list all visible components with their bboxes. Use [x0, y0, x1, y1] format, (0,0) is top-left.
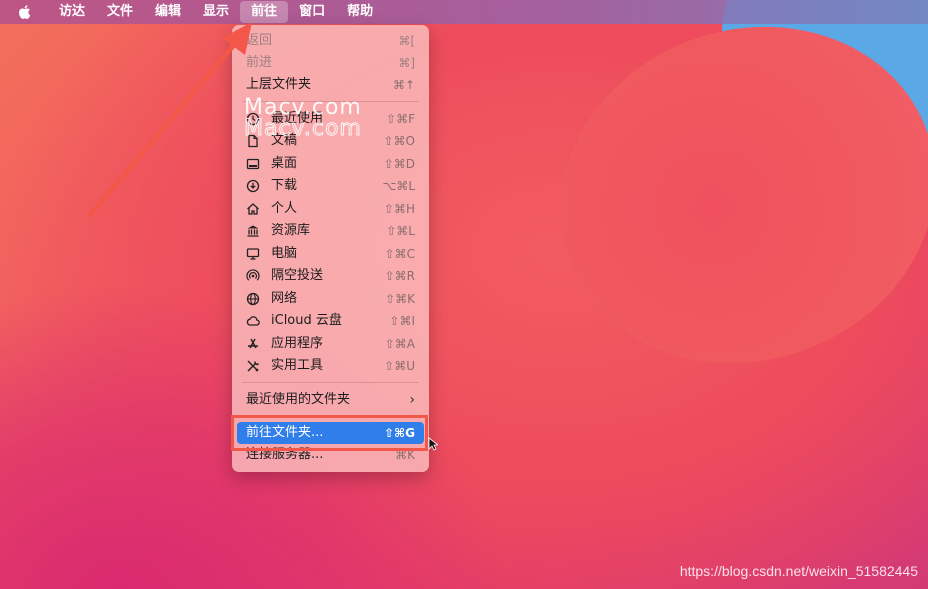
annotation-arrow-icon: [87, 22, 252, 218]
source-credit: https://blog.csdn.net/weixin_51582445: [679, 563, 918, 579]
mouse-cursor-icon: [428, 437, 438, 451]
